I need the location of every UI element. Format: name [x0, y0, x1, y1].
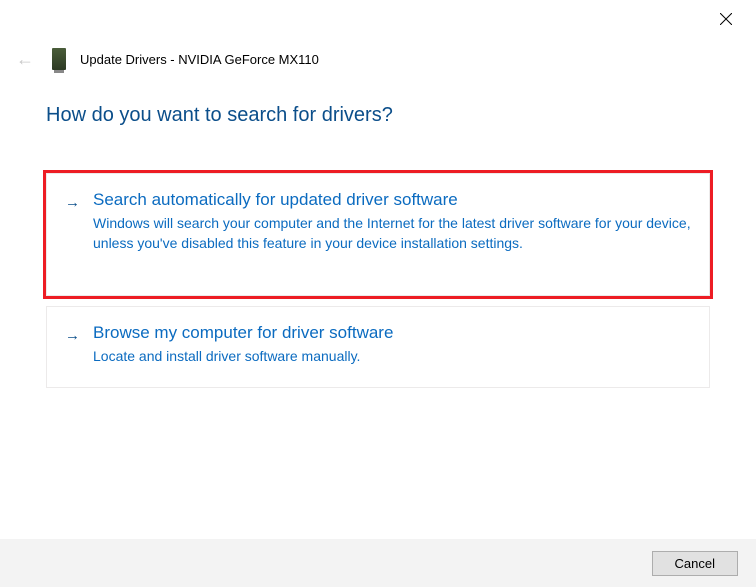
option-description: Windows will search your computer and th…	[93, 214, 691, 253]
footer-bar: Cancel	[0, 539, 756, 587]
device-icon	[52, 48, 66, 70]
header-title: Update Drivers - NVIDIA GeForce MX110	[80, 52, 319, 67]
close-button[interactable]	[712, 8, 740, 34]
arrow-right-icon: →	[65, 327, 80, 344]
main-heading: How do you want to search for drivers?	[46, 104, 710, 127]
wizard-header: ← Update Drivers - NVIDIA GeForce MX110	[0, 0, 756, 70]
arrow-right-icon: →	[65, 194, 80, 211]
content-area: How do you want to search for drivers? →…	[0, 70, 756, 388]
close-icon	[720, 13, 732, 25]
option-content: Search automatically for updated driver …	[93, 190, 691, 253]
option-search-automatically[interactable]: → Search automatically for updated drive…	[46, 173, 710, 296]
cancel-button[interactable]: Cancel	[652, 551, 738, 576]
option-content: Browse my computer for driver software L…	[93, 323, 691, 367]
option-browse-computer[interactable]: → Browse my computer for driver software…	[46, 306, 710, 388]
option-title: Search automatically for updated driver …	[93, 190, 691, 210]
back-arrow-icon[interactable]: ←	[12, 49, 38, 70]
option-title: Browse my computer for driver software	[93, 323, 691, 343]
option-description: Locate and install driver software manua…	[93, 347, 691, 367]
